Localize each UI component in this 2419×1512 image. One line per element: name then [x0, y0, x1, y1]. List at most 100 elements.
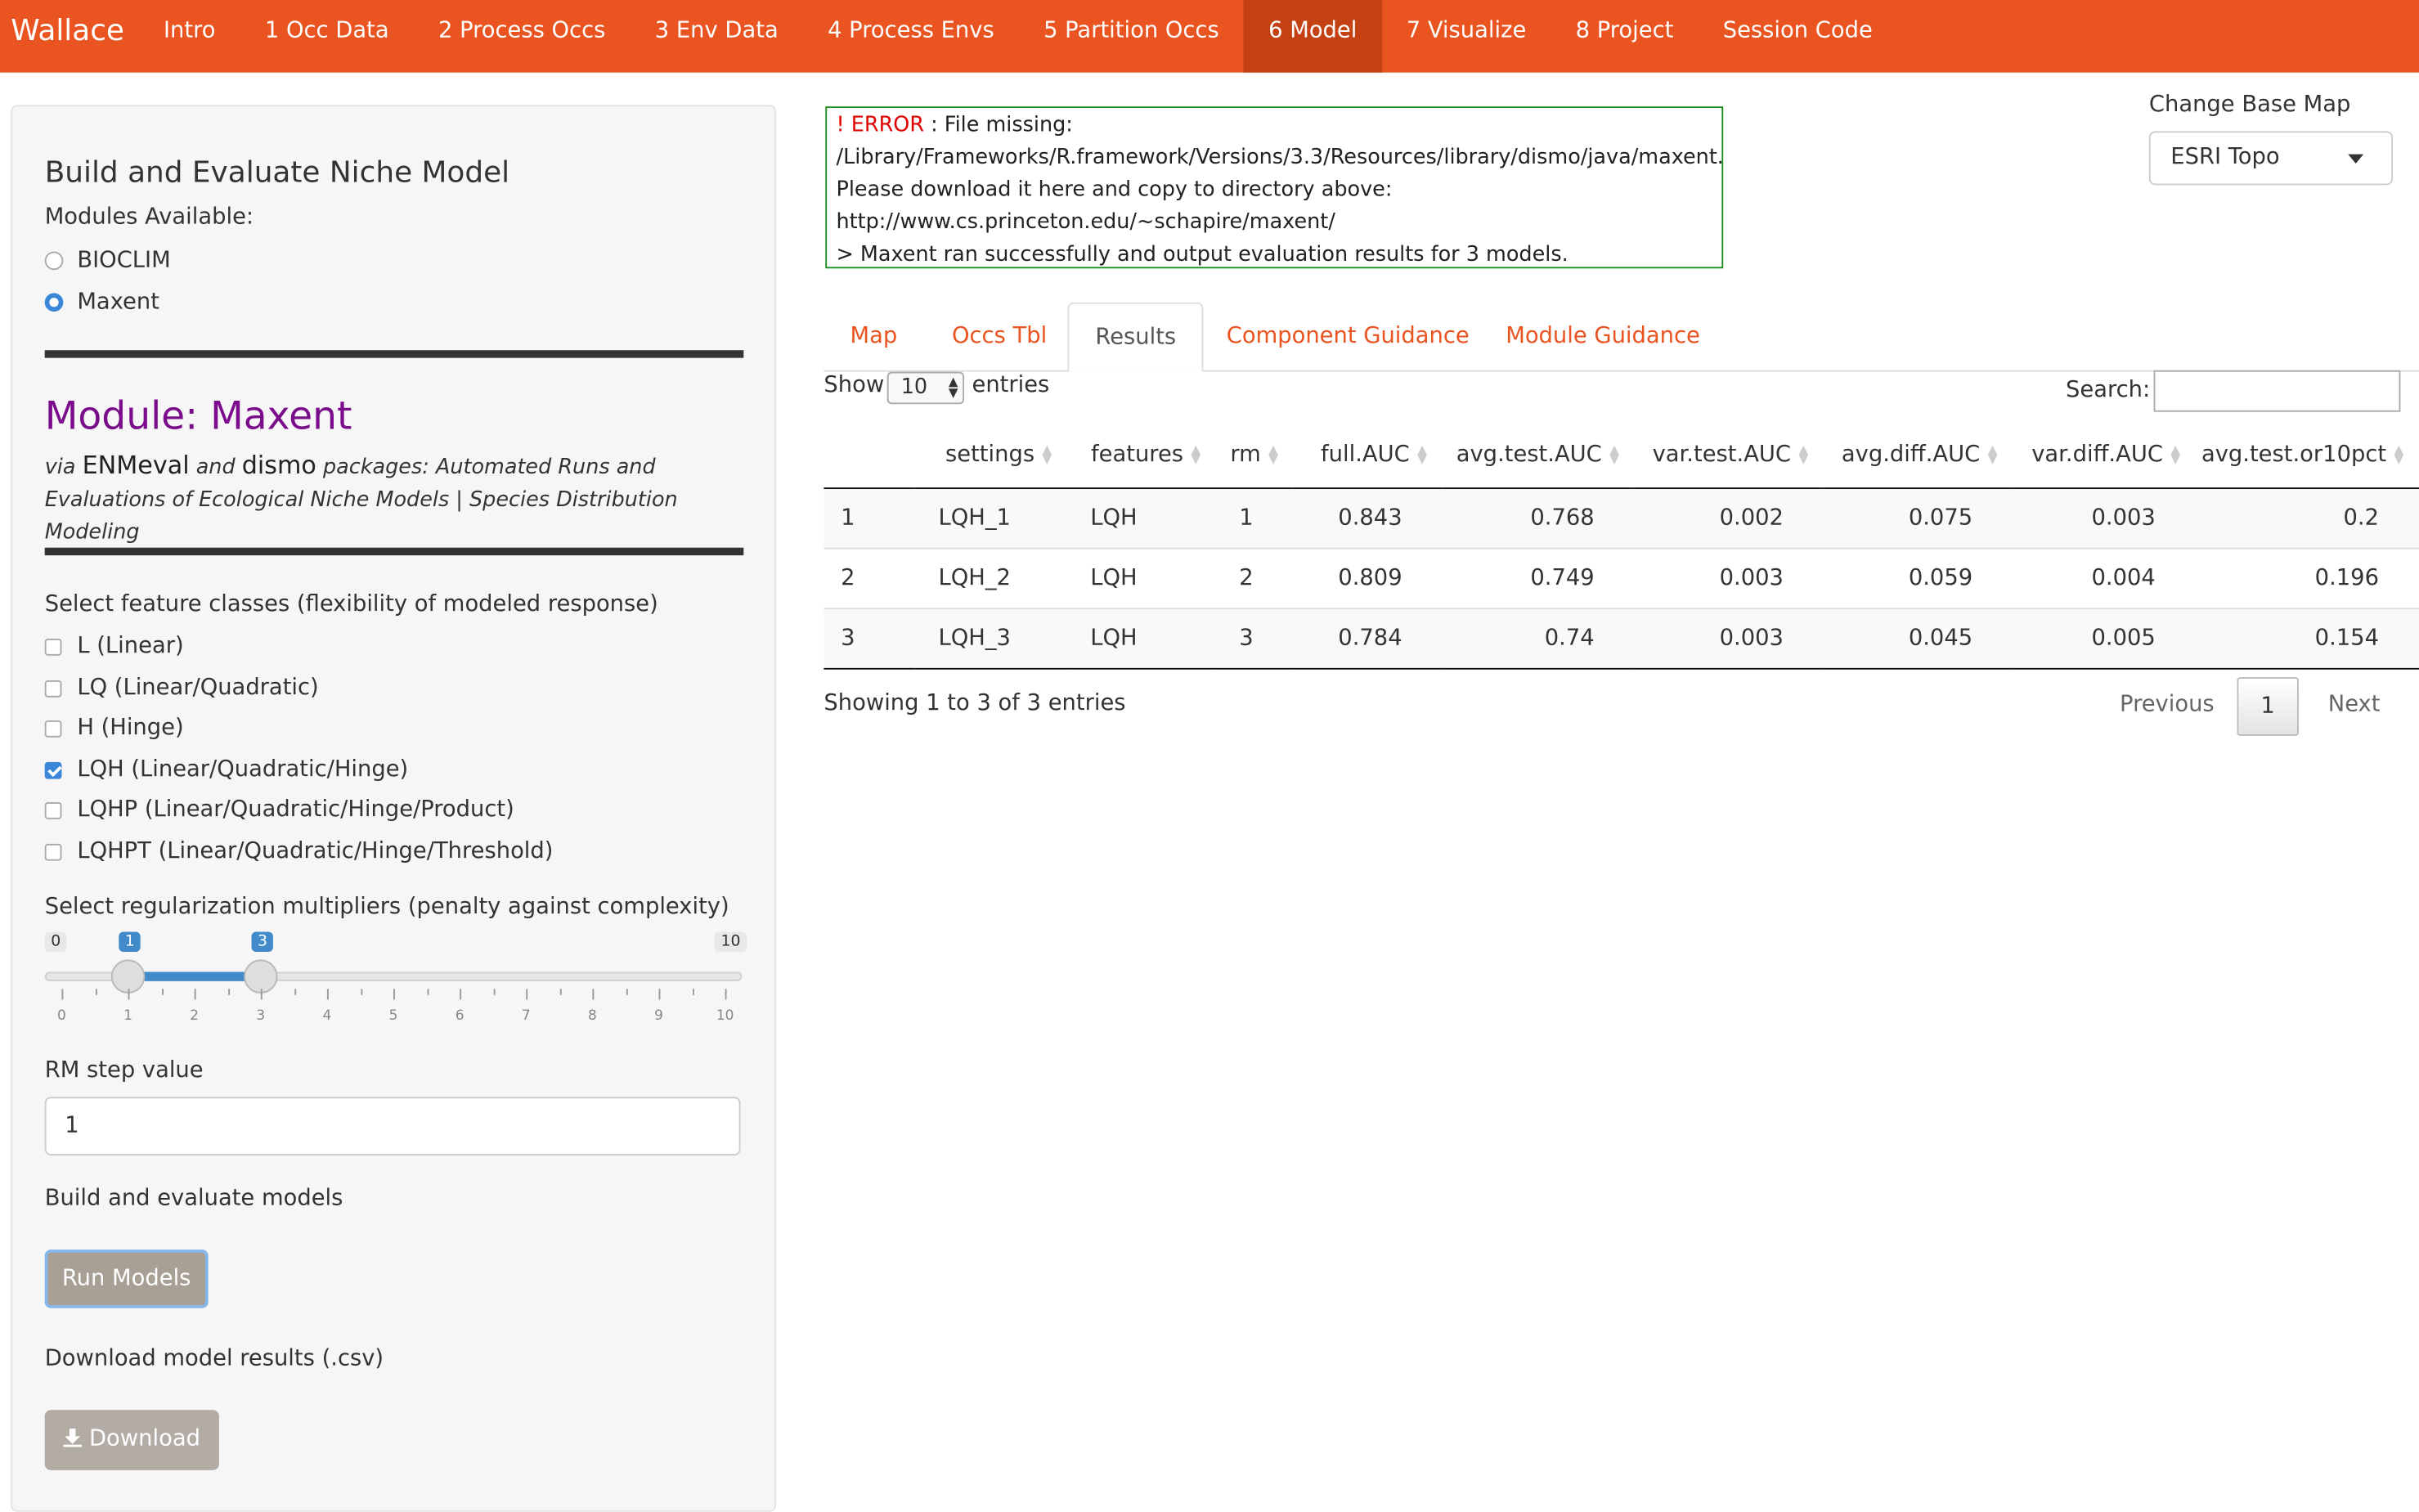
basemap-value: ESRI Topo: [2170, 145, 2280, 170]
nav-item-env-data[interactable]: 3 Env Data: [631, 0, 803, 73]
module-option-label: Maxent: [77, 289, 159, 315]
column-header-settings[interactable]: settings ▲ ▼: [915, 421, 1067, 490]
table-cell: 1: [1215, 488, 1294, 550]
column-header-full-auc[interactable]: full.AUC ▲ ▼: [1293, 421, 1443, 490]
sort-icon: ▲ ▼: [2394, 442, 2404, 465]
column-header-avg-diff-auc[interactable]: avg.diff.AUC ▲ ▼: [1823, 421, 2013, 490]
slider-tick: [725, 989, 727, 1000]
sidebar-panel: Build and Evaluate Niche Model Modules A…: [11, 105, 776, 1512]
feature-label: LQHP (Linear/Quadratic/Hinge/Product): [77, 797, 514, 823]
nav-item-occ-data[interactable]: 1 Occ Data: [240, 0, 414, 73]
column-header-var-test-auc[interactable]: var.test.AUC ▲ ▼: [1634, 421, 1824, 490]
tab-module-guidance[interactable]: Module Guidance: [1479, 303, 1726, 370]
nav-item-model[interactable]: 6 Model: [1243, 0, 1382, 73]
nav-item-intro[interactable]: Intro: [139, 0, 240, 73]
slider-tick: [625, 989, 627, 995]
pagination-next[interactable]: Next: [2328, 693, 2381, 717]
column-header-rm[interactable]: rm ▲ ▼: [1215, 421, 1294, 490]
table-cell: 0.059: [1823, 548, 2013, 610]
feature-checkbox-lqhpt[interactable]: LQHPT (Linear/Quadratic/Hinge/Threshold): [44, 836, 554, 867]
search-input[interactable]: [2153, 370, 2401, 412]
sort-icon: ▲ ▼: [1798, 442, 1809, 465]
download-label: Download model results (.csv): [44, 1346, 384, 1372]
checkbox-icon[interactable]: [44, 801, 62, 819]
sort-icon: ▲ ▼: [2170, 442, 2181, 465]
checkbox-icon[interactable]: [44, 680, 62, 697]
checkbox-icon[interactable]: [44, 638, 62, 655]
table-cell: 0.004: [2013, 548, 2196, 610]
table-cell: 0.045: [1823, 608, 2013, 670]
table-cell: LQH_1: [915, 488, 1067, 550]
nav-item-project[interactable]: 8 Project: [1551, 0, 1698, 73]
slider-tick: [393, 989, 395, 1000]
column-header-label: avg.test.AUC: [1456, 442, 1602, 467]
nav-item-partition-occs[interactable]: 5 Partition Occs: [1019, 0, 1244, 73]
table-cell: 0.003: [1634, 608, 1824, 670]
module-option-maxent[interactable]: Maxent: [44, 287, 159, 318]
column-header-avg-test-auc[interactable]: avg.test.AUC ▲ ▼: [1442, 421, 1635, 490]
slider-tick: [294, 989, 296, 995]
divider: [44, 350, 744, 358]
radio-selected-icon[interactable]: [44, 293, 64, 312]
column-header-var-diff-auc[interactable]: var.diff.AUC ▲ ▼: [2013, 421, 2196, 490]
module-option-bioclim[interactable]: BIOCLIM: [44, 245, 171, 276]
search-label: Search:: [2066, 378, 2151, 403]
column-header-index: [824, 421, 916, 490]
column-header-avg-test-or10pct[interactable]: avg.test.or10pct ▲ ▼: [2195, 421, 2419, 490]
build-label: Build and evaluate models: [44, 1186, 343, 1211]
log-line: http://www.cs.princeton.edu/~schapire/ma…: [836, 209, 1335, 235]
error-text: : File missing:: [924, 112, 1073, 137]
nav-item-process-envs[interactable]: 4 Process Envs: [803, 0, 1019, 73]
table-row[interactable]: 2 LQH_2 LQH 2 0.809 0.749 0.003 0.059 0.…: [824, 548, 2419, 610]
table-cell: 0.154: [2195, 608, 2419, 670]
column-header-label: rm: [1230, 442, 1261, 467]
slider-tick: [227, 989, 230, 995]
download-button-label: Download: [88, 1427, 200, 1452]
column-header-label: full.AUC: [1321, 442, 1410, 467]
show-label: Show: [824, 373, 885, 398]
log-line: /Library/Frameworks/R.framework/Versions…: [836, 145, 1724, 170]
feature-checkbox-h[interactable]: H (Hinge): [44, 713, 184, 744]
slider-tick: [460, 989, 462, 1000]
column-header-features[interactable]: features ▲ ▼: [1066, 421, 1216, 490]
checkbox-icon[interactable]: [44, 720, 62, 737]
run-models-button[interactable]: Run Models: [44, 1250, 209, 1308]
nav-item-session-code[interactable]: Session Code: [1699, 0, 1897, 73]
slider-tick: [692, 989, 693, 995]
feature-checkbox-lqh[interactable]: LQH (Linear/Quadratic/Hinge): [44, 754, 408, 785]
table-row[interactable]: 1 LQH_1 LQH 1 0.843 0.768 0.002 0.075 0.…: [824, 488, 2419, 550]
nav-item-visualize[interactable]: 7 Visualize: [1382, 0, 1551, 73]
feature-checkbox-l[interactable]: L (Linear): [44, 631, 184, 662]
table-cell: 0.809: [1293, 548, 1443, 610]
page-length-select[interactable]: 10 ▲ ▼: [886, 371, 965, 405]
radio-icon[interactable]: [44, 251, 64, 271]
error-prefix: ! ERROR: [836, 112, 925, 137]
rm-step-input[interactable]: 1: [44, 1097, 741, 1155]
tab-results[interactable]: Results: [1067, 302, 1205, 372]
nav-item-process-occs[interactable]: 2 Process Occs: [414, 0, 631, 73]
download-button[interactable]: Download: [44, 1410, 219, 1470]
feature-label: H (Hinge): [77, 716, 184, 741]
checkbox-icon[interactable]: [44, 842, 62, 860]
feature-checkbox-lqhp[interactable]: LQHP (Linear/Quadratic/Hinge/Product): [44, 795, 514, 826]
module-title: Module: Maxent: [44, 393, 352, 438]
feature-checkbox-lq[interactable]: LQ (Linear/Quadratic): [44, 673, 319, 704]
slider-tick-label: 10: [716, 1008, 734, 1025]
log-console: ! ERROR : File missing: /Library/Framewo…: [825, 106, 1724, 269]
rm-step-label: RM step value: [44, 1058, 204, 1084]
basemap-select[interactable]: ESRI Topo: [2148, 131, 2393, 186]
rm-range-slider[interactable]: 0 10 1 3 0 1 2 3 4 5 6 7 8 9 10: [44, 931, 747, 1025]
slider-tick-label: 9: [654, 1008, 663, 1025]
tab-map[interactable]: Map: [824, 303, 923, 370]
pagination-previous[interactable]: Previous: [2120, 693, 2215, 717]
pagination-page-1[interactable]: 1: [2237, 677, 2299, 736]
slider-tick-label: 1: [123, 1008, 132, 1025]
tab-component-guidance[interactable]: Component Guidance: [1201, 303, 1496, 370]
tab-occs-tbl[interactable]: Occs Tbl: [926, 303, 1073, 370]
slider-tick: [592, 989, 595, 1000]
table-row[interactable]: 3 LQH_3 LQH 3 0.784 0.74 0.003 0.045 0.0…: [824, 608, 2419, 670]
table-cell: LQH: [1066, 608, 1216, 670]
checkbox-checked-icon[interactable]: [44, 760, 62, 778]
table-info: Showing 1 to 3 of 3 entries: [824, 691, 1126, 716]
brand-logo[interactable]: Wallace: [11, 14, 124, 48]
